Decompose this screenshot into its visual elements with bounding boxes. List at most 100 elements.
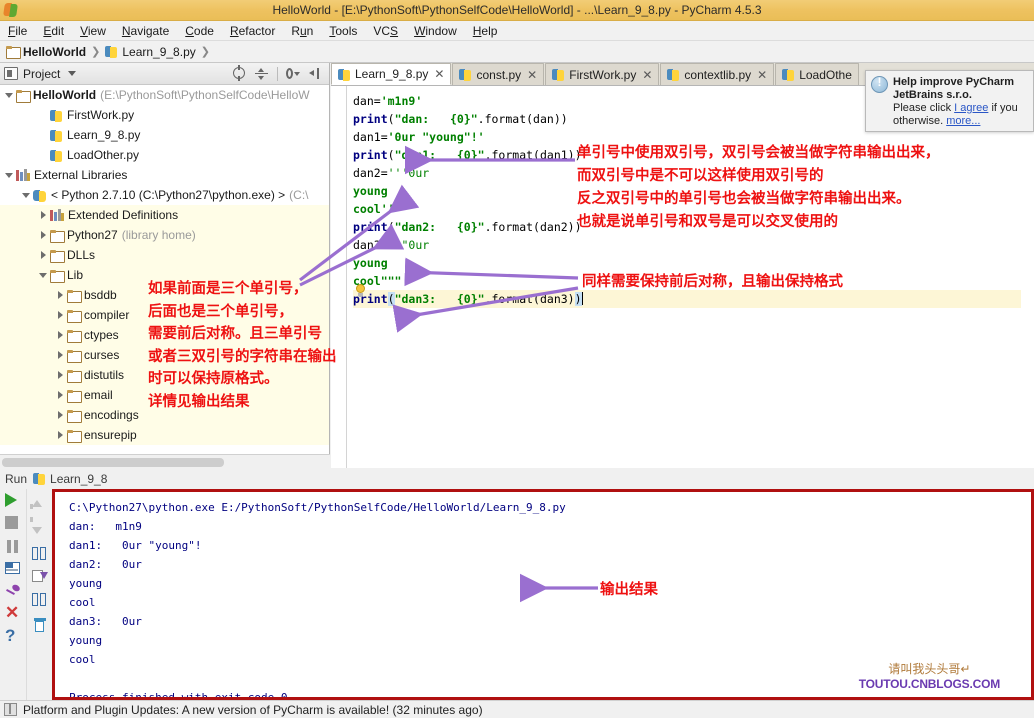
console-line: dan: m1n9 <box>69 517 1031 536</box>
i-agree-link[interactable]: I agree <box>954 102 988 114</box>
notification-balloon[interactable]: Help improve PyCharm JetBrains s.r.o. Pl… <box>865 70 1034 132</box>
editor-vscrollbar[interactable] <box>1021 109 1034 491</box>
intention-bulb-icon[interactable] <box>353 284 368 299</box>
more-link[interactable]: more... <box>946 115 980 127</box>
tree-item-sublabel: (E:\PythonSoft\PythonSelfCode\HelloW <box>100 88 309 102</box>
editor-tab[interactable]: FirstWork.py✕ <box>545 63 659 85</box>
tree-item[interactable]: DLLs <box>0 245 329 265</box>
close-tab-icon[interactable]: ✕ <box>434 67 444 81</box>
stop-icon[interactable] <box>5 516 21 532</box>
status-icon <box>4 703 17 716</box>
breadcrumb-file[interactable]: Learn_9_8.py ❯ <box>105 45 215 59</box>
menu-run[interactable]: Run <box>283 22 321 40</box>
editor-tab[interactable]: Learn_9_8.py✕ <box>331 63 451 85</box>
editor-tab[interactable]: const.py✕ <box>452 63 544 85</box>
menu-help[interactable]: Help <box>465 22 506 40</box>
library-icon <box>50 209 64 221</box>
tree-item[interactable]: LoadOther.py <box>0 145 329 165</box>
chevron-down-icon[interactable] <box>68 71 76 76</box>
twisty-collapsed-icon[interactable] <box>54 349 67 362</box>
tree-item-label: Lib <box>67 268 83 282</box>
menu-vcs[interactable]: VCS <box>365 22 406 40</box>
scroll-to-end-icon[interactable] <box>32 593 48 609</box>
menu-edit[interactable]: Edit <box>35 22 72 40</box>
menu-file[interactable]: File <box>0 22 35 40</box>
close-tab-icon[interactable]: ✕ <box>642 68 652 82</box>
project-tree-hscrollbar[interactable] <box>0 454 330 468</box>
twisty-collapsed-icon[interactable] <box>37 209 50 222</box>
python-file-icon <box>50 109 63 122</box>
project-panel-header: Project <box>0 63 329 85</box>
breadcrumb-separator-2: ❯ <box>201 45 210 58</box>
window-title: HelloWorld - [E:\PythonSoft\PythonSelfCo… <box>19 3 1015 17</box>
twisty-expanded-icon[interactable] <box>37 269 50 282</box>
folder-icon <box>50 250 63 261</box>
pause-icon[interactable] <box>5 539 21 555</box>
close-icon[interactable]: ✕ <box>5 606 21 622</box>
menu-navigate[interactable]: Navigate <box>114 22 177 40</box>
down-the-stack-trace-icon[interactable] <box>32 522 48 538</box>
tree-item[interactable]: Python27(library home) <box>0 225 329 245</box>
twisty-collapsed-icon[interactable] <box>37 229 50 242</box>
menu-refactor[interactable]: Refactor <box>222 22 283 40</box>
tree-item[interactable]: ensurepip <box>0 425 329 445</box>
tree-item[interactable]: FirstWork.py <box>0 105 329 125</box>
twisty-expanded-icon[interactable] <box>3 89 16 102</box>
editor-tab-label: contextlib.py <box>684 68 751 82</box>
help-icon[interactable]: ? <box>5 629 21 645</box>
soft-wrap-icon[interactable] <box>32 547 47 561</box>
status-bar: Platform and Plugin Updates: A new versi… <box>0 700 1034 718</box>
twisty-collapsed-icon[interactable] <box>54 289 67 302</box>
twisty-expanded-icon[interactable] <box>20 189 33 202</box>
tree-item[interactable]: Learn_9_8.py <box>0 125 329 145</box>
twisty-collapsed-icon[interactable] <box>54 429 67 442</box>
pin-tab-icon[interactable] <box>6 585 20 599</box>
tree-item[interactable]: < Python 2.7.10 (C:\Python27\python.exe)… <box>0 185 329 205</box>
tree-item[interactable]: External Libraries <box>0 165 329 185</box>
tree-item[interactable]: HelloWorld(E:\PythonSoft\PythonSelfCode\… <box>0 85 329 105</box>
tree-item-sublabel: (C:\ <box>289 188 308 202</box>
menu-tools[interactable]: Tools <box>321 22 365 40</box>
editor-tab[interactable]: contextlib.py ✕ <box>660 63 774 85</box>
info-icon <box>871 76 888 93</box>
watermark-cn: 请叫我头头哥↵ <box>859 660 1000 677</box>
tree-item-label: LoadOther.py <box>67 148 139 162</box>
notification-text: Help improve PyCharm JetBrains s.r.o. Pl… <box>893 76 1018 127</box>
close-tab-icon[interactable]: ✕ <box>757 68 767 82</box>
show-console-icon[interactable] <box>5 562 21 578</box>
menu-code[interactable]: Code <box>177 22 222 40</box>
menu-window[interactable]: Window <box>406 22 465 40</box>
tree-item-label: External Libraries <box>34 168 127 182</box>
rerun-icon[interactable] <box>5 493 21 509</box>
scroll-from-source-icon[interactable] <box>233 67 247 81</box>
print-icon[interactable] <box>32 570 47 584</box>
twisty-collapsed-icon[interactable] <box>54 309 67 322</box>
twisty-collapsed-icon[interactable] <box>37 249 50 262</box>
watermark: 请叫我头头哥↵ TOUTOU.CNBLOGS.COM <box>859 660 1000 691</box>
watermark-url: TOUTOU.CNBLOGS.COM <box>859 677 1000 691</box>
close-tab-icon[interactable]: ✕ <box>527 68 537 82</box>
collapse-all-icon[interactable] <box>255 67 269 81</box>
scrollbar-thumb[interactable] <box>2 458 224 467</box>
editor-tab[interactable]: LoadOthe <box>775 63 859 85</box>
folder-icon <box>67 410 80 421</box>
twisty-collapsed-icon[interactable] <box>54 389 67 402</box>
twisty-collapsed-icon[interactable] <box>54 409 67 422</box>
tree-item[interactable]: Extended Definitions <box>0 205 329 225</box>
folder-icon <box>50 230 63 241</box>
clear-all-icon[interactable] <box>34 618 46 632</box>
twisty-collapsed-icon[interactable] <box>54 329 67 342</box>
folder-icon <box>6 46 19 57</box>
menu-view[interactable]: View <box>72 22 114 40</box>
code-line: dan3="""0ur <box>353 236 1034 254</box>
tree-item-label: Learn_9_8.py <box>67 128 140 142</box>
hide-panel-icon[interactable] <box>308 67 322 81</box>
twisty-expanded-icon[interactable] <box>3 169 16 182</box>
up-the-stack-trace-icon[interactable] <box>32 497 48 513</box>
twisty-collapsed-icon[interactable] <box>54 369 67 382</box>
breadcrumb-project[interactable]: HelloWorld ❯ <box>6 45 105 59</box>
python-file-icon <box>338 68 351 81</box>
python-file-icon <box>782 68 795 81</box>
gear-icon[interactable] <box>286 67 300 81</box>
annotation-mid: 同样需要保持前后对称，且输出保持格式 <box>582 270 843 291</box>
